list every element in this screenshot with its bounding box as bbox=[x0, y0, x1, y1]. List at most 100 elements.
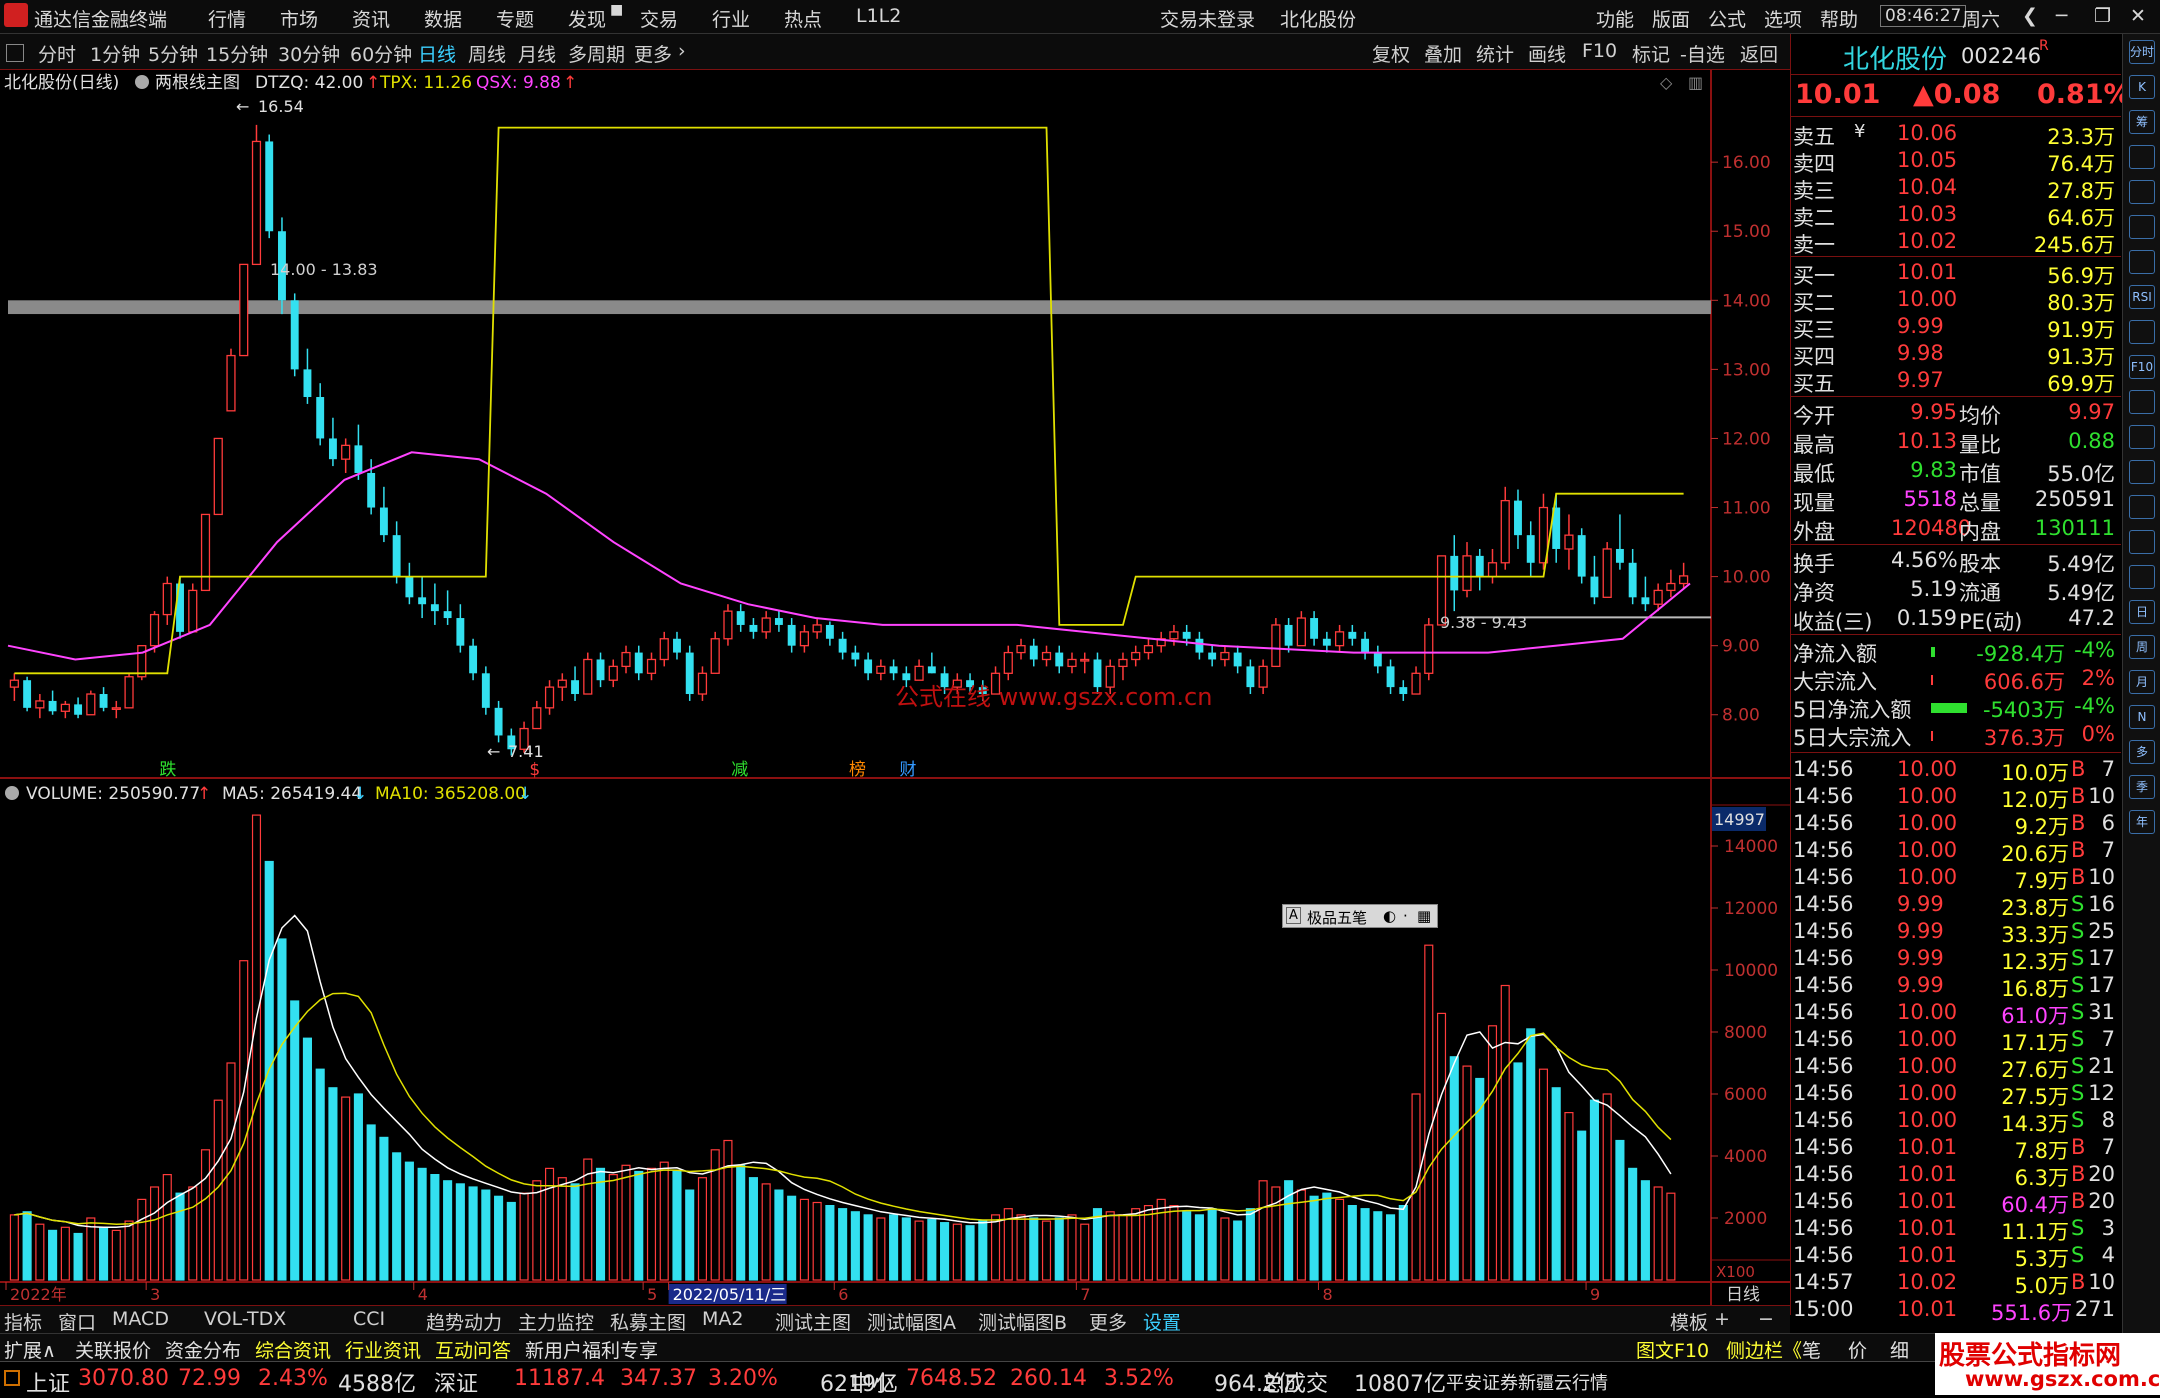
trade-status[interactable]: 交易未登录 bbox=[1160, 5, 1255, 32]
sidebar-button-17[interactable]: 周 bbox=[2129, 635, 2155, 659]
candle[interactable] bbox=[251, 124, 262, 266]
sidebar-button-16[interactable]: 日 bbox=[2129, 600, 2155, 624]
tab-right-2[interactable]: − bbox=[1758, 1308, 1774, 1330]
menu-hangqing[interactable]: 行情 bbox=[208, 5, 246, 32]
keyboard-icon[interactable]: ▦ bbox=[1417, 907, 1431, 925]
main-indicator-name[interactable]: 两根线主图 bbox=[155, 73, 240, 93]
indicator-tab-9[interactable]: 测试主图 bbox=[775, 1308, 851, 1335]
indicator-tab-7[interactable]: 私募主图 bbox=[610, 1308, 686, 1335]
indicator-tab-5[interactable]: 趋势动力 bbox=[426, 1308, 502, 1335]
sidebar-button-9[interactable]: F10 bbox=[2129, 355, 2155, 379]
sidebar-button-0[interactable]: 分时 bbox=[2129, 40, 2155, 64]
indicator-tab-0[interactable]: 指标 bbox=[4, 1308, 42, 1335]
sidebar-button-18[interactable]: 月 bbox=[2129, 670, 2155, 694]
indicator-tab-3[interactable]: VOL-TDX bbox=[204, 1308, 286, 1330]
sidebar-button-14[interactable] bbox=[2129, 530, 2155, 554]
sidebar-button-21[interactable]: 季 bbox=[2129, 775, 2155, 799]
candle[interactable] bbox=[685, 645, 694, 701]
candle[interactable] bbox=[1424, 618, 1434, 681]
indicator-tab-6[interactable]: 主力监控 bbox=[518, 1308, 594, 1335]
event-marker[interactable]: 减 bbox=[731, 760, 748, 780]
toggle-panel-icon[interactable] bbox=[6, 44, 24, 62]
tab-fenshi[interactable]: 分时 bbox=[38, 40, 76, 67]
sidebar-button-10[interactable] bbox=[2129, 390, 2155, 414]
event-marker[interactable]: $ bbox=[529, 760, 540, 780]
menu-redian[interactable]: 热点 bbox=[784, 5, 822, 32]
tab-more[interactable]: 更多 bbox=[634, 40, 672, 67]
tab-right-0[interactable]: 模板 bbox=[1670, 1308, 1708, 1335]
candle[interactable] bbox=[23, 676, 32, 712]
indicator-tab-2[interactable]: MACD bbox=[112, 1308, 169, 1330]
func-item-3[interactable]: 综合资讯 bbox=[255, 1336, 331, 1363]
sidebar-button-6[interactable] bbox=[2129, 250, 2155, 274]
func-right-4[interactable]: 细 bbox=[1890, 1336, 1909, 1363]
menu-zixun[interactable]: 资讯 bbox=[352, 5, 390, 32]
candle[interactable] bbox=[239, 263, 249, 357]
kline-chart-svg[interactable]: 16.00 15.00 14.00 13.00 12.00 11.00 10.00 9.00 8… bbox=[0, 70, 2031, 1305]
candle[interactable] bbox=[226, 348, 236, 412]
func-item-1[interactable]: 关联报价 bbox=[75, 1336, 151, 1363]
moon-icon[interactable]: ◐ bbox=[1383, 907, 1396, 925]
func-item-6[interactable]: 新用户福利专享 bbox=[525, 1336, 658, 1363]
back-arrow-icon[interactable]: ❮ bbox=[2022, 5, 2038, 27]
menu-shichang[interactable]: 市场 bbox=[280, 5, 318, 32]
btn-fuquan[interactable]: 复权 bbox=[1372, 40, 1410, 67]
sidebar-button-20[interactable]: 多 bbox=[2129, 740, 2155, 764]
func-item-4[interactable]: 行业资讯 bbox=[345, 1336, 421, 1363]
sidebar-button-1[interactable]: K bbox=[2129, 75, 2155, 99]
func-item-2[interactable]: 资金分布 bbox=[165, 1336, 241, 1363]
func-right-0[interactable]: 图文F10 bbox=[1636, 1336, 1709, 1363]
event-marker[interactable]: 跌 bbox=[159, 760, 176, 780]
tab-30min[interactable]: 30分钟 bbox=[278, 40, 340, 67]
index-name[interactable]: 上证 bbox=[26, 1366, 70, 1398]
panel-icon[interactable]: ▥ bbox=[1688, 73, 1703, 92]
indicator-tab-11[interactable]: 测试幅图B bbox=[978, 1308, 1067, 1335]
menu-l1l2[interactable]: L1L2 bbox=[856, 5, 901, 27]
candle[interactable] bbox=[188, 583, 198, 633]
floating-ime-toolbar[interactable]: A 极品五笔 ◐ · ▦ bbox=[1282, 904, 1438, 928]
menu-gongneng[interactable]: 功能 bbox=[1596, 5, 1634, 32]
menu-faxian[interactable]: 发现 bbox=[568, 5, 606, 32]
indicator-tab-12[interactable]: 更多 bbox=[1089, 1308, 1127, 1335]
btn-biaoji[interactable]: 标记 bbox=[1632, 40, 1670, 67]
event-marker[interactable]: 榜 bbox=[849, 760, 866, 780]
indicator-tab-1[interactable]: 窗口 bbox=[58, 1308, 96, 1335]
func-item-0[interactable]: 扩展∧ bbox=[4, 1336, 56, 1363]
sidebar-button-12[interactable] bbox=[2129, 460, 2155, 484]
sidebar-button-15[interactable] bbox=[2129, 565, 2155, 589]
indicator-tab-4[interactable]: CCI bbox=[353, 1308, 385, 1330]
menu-hangye[interactable]: 行业 bbox=[712, 5, 750, 32]
chart-area[interactable]: 16.00 15.00 14.00 13.00 12.00 11.00 10.00 9.00 8… bbox=[0, 70, 2031, 1315]
restore-icon[interactable]: ❐ bbox=[2094, 5, 2111, 27]
tab-daily[interactable]: 日线 bbox=[418, 40, 456, 67]
close-icon[interactable]: ✕ bbox=[2130, 5, 2146, 27]
tab-weekly[interactable]: 周线 bbox=[468, 40, 506, 67]
menu-shuju[interactable]: 数据 bbox=[424, 5, 462, 32]
candle[interactable] bbox=[124, 673, 134, 709]
sidebar-button-22[interactable]: 年 bbox=[2129, 810, 2155, 834]
candle[interactable] bbox=[1577, 528, 1586, 584]
sidebar-button-7[interactable]: RSI bbox=[2129, 285, 2155, 309]
menu-zhuanti[interactable]: 专题 bbox=[496, 5, 534, 32]
event-marker[interactable]: 财 bbox=[899, 760, 916, 780]
func-right-1[interactable]: 侧边栏《 bbox=[1726, 1336, 1802, 1363]
sidebar-button-19[interactable]: N bbox=[2129, 705, 2155, 729]
func-item-5[interactable]: 互动问答 bbox=[435, 1336, 511, 1363]
indicator-tab-10[interactable]: 测试幅图A bbox=[867, 1308, 956, 1335]
sidebar-button-4[interactable] bbox=[2129, 180, 2155, 204]
tab-1min[interactable]: 1分钟 bbox=[90, 40, 140, 67]
candle[interactable] bbox=[213, 437, 223, 516]
func-right-2[interactable]: 笔 bbox=[1802, 1336, 1821, 1363]
sidebar-button-5[interactable] bbox=[2129, 215, 2155, 239]
sidebar-button-2[interactable]: 筹 bbox=[2129, 110, 2155, 134]
tab-60min[interactable]: 60分钟 bbox=[350, 40, 412, 67]
sidebar-button-3[interactable] bbox=[2129, 145, 2155, 169]
btn-huaxian[interactable]: 画线 bbox=[1528, 40, 1566, 67]
tab-monthly[interactable]: 月线 bbox=[518, 40, 556, 67]
candle[interactable] bbox=[1271, 618, 1281, 668]
sidebar-button-11[interactable] bbox=[2129, 425, 2155, 449]
candle[interactable] bbox=[1602, 542, 1612, 598]
punct-icon[interactable]: · bbox=[1403, 907, 1408, 925]
volume-dropdown-icon[interactable] bbox=[5, 786, 19, 800]
menu-bangzhu[interactable]: 帮助 bbox=[1820, 5, 1858, 32]
